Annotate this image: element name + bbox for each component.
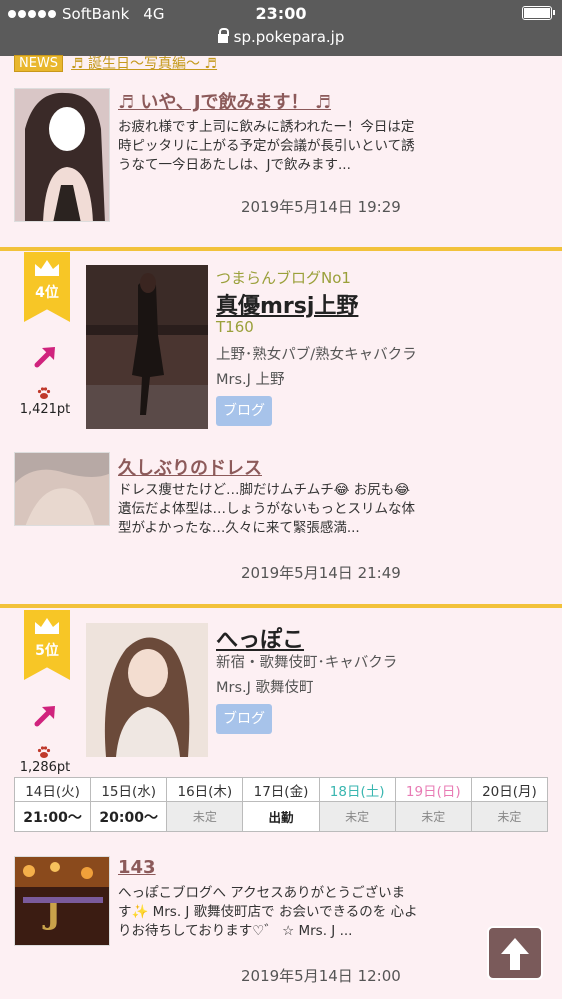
blog-button[interactable]: ブログ	[216, 704, 272, 734]
cast-name[interactable]: へっぽこ	[216, 622, 304, 654]
rank-badge: 4位	[24, 252, 70, 322]
schedule-value: 20:00〜	[90, 801, 168, 832]
cast-height: T160	[216, 318, 254, 336]
entry-excerpt: ドレス痩せたけど…脚だけムチムチ😂 お尻も😂 遺伝だよ体型は…しょうがないもっと…	[118, 482, 415, 536]
cast-tagline: つまらんブログNo1	[216, 269, 351, 287]
rank-points: 1,286pt	[19, 760, 71, 775]
url-text: sp.pokepara.jp	[233, 28, 345, 46]
schedule-day: 19日(日)	[394, 777, 472, 802]
schedule-day: 18日(土)	[318, 777, 396, 802]
schedule-day: 17日(金)	[242, 777, 320, 802]
section-divider	[0, 604, 562, 608]
crown-icon	[35, 618, 59, 634]
news-badge: NEWS	[14, 54, 64, 72]
cast-area: 上野･熟女パブ/熟女キャバクラ	[216, 347, 417, 363]
section-divider	[0, 247, 562, 251]
news-strip: NEWS ♬ 誕生日〜写真編〜 ♬	[14, 54, 217, 72]
schedule-day: 20日(月)	[470, 777, 549, 802]
cast-shop[interactable]: Mrs.J 上野	[216, 368, 285, 389]
cast-name[interactable]: 真優mrsj上野	[216, 288, 358, 320]
back-to-top-button[interactable]	[487, 926, 543, 980]
schedule-value: 出勤	[242, 801, 320, 832]
lock-icon	[217, 28, 229, 43]
rank-number: 4位	[35, 285, 59, 301]
rank-points: 1,421pt	[19, 402, 71, 417]
battery-icon	[522, 6, 555, 20]
entry-title[interactable]: ♬ いや、Jで飲みます！ ♬	[118, 88, 331, 114]
schedule-day: 14日(火)	[13, 777, 92, 802]
rank-number: 5位	[35, 643, 59, 659]
trend-up-arrow-icon	[34, 706, 55, 727]
schedule-value: 未定	[166, 801, 244, 832]
crown-icon	[35, 260, 59, 276]
address-bar[interactable]: sp.pokepara.jp	[0, 28, 562, 46]
cast-shop[interactable]: Mrs.J 歌舞伎町	[216, 676, 314, 697]
arrow-up-icon	[501, 938, 529, 970]
schedule-value: 未定	[394, 801, 472, 832]
schedule-value: 21:00〜	[13, 801, 92, 832]
shift-schedule: 14日(火) 15日(水) 16日(木) 17日(金) 18日(土) 19日(日…	[13, 777, 549, 832]
trend-up-arrow-icon	[34, 347, 55, 368]
status-bar: SoftBank 4G 23:00 sp.pokepara.jp	[0, 0, 562, 56]
paw-icon	[37, 746, 51, 758]
entry-thumbnail[interactable]	[14, 88, 110, 222]
cast-photo[interactable]	[86, 623, 208, 757]
entry-date: 2019年5月14日 21:49	[241, 564, 401, 582]
entry-thumbnail[interactable]: J	[14, 856, 110, 946]
rank-badge: 5位	[24, 610, 70, 680]
entry-excerpt: へっぽこブログへ アクセスありがとうございます✨ Mrs. J 歌舞伎町店で お…	[118, 885, 418, 939]
cast-photo[interactable]	[86, 265, 208, 429]
schedule-day: 16日(木)	[166, 777, 244, 802]
cast-area: 新宿・歌舞伎町･キャバクラ	[216, 655, 398, 671]
entry-title[interactable]: 143	[118, 857, 156, 878]
clock: 23:00	[255, 4, 307, 23]
entry-title[interactable]: 久しぶりのドレス	[118, 454, 262, 480]
entry-excerpt: お疲れ様です上司に飲みに誘われたー！今日は定時ピッタリに上がる予定が会議が長引い…	[118, 119, 415, 173]
entry-date: 2019年5月14日 19:29	[241, 198, 401, 216]
news-link[interactable]: ♬ 誕生日〜写真編〜 ♬	[71, 53, 217, 73]
schedule-day: 15日(水)	[90, 777, 168, 802]
entry-thumbnail[interactable]	[14, 452, 110, 526]
paw-icon	[37, 387, 51, 399]
entry-date: 2019年5月14日 12:00	[241, 967, 401, 985]
blog-button[interactable]: ブログ	[216, 396, 272, 426]
schedule-value: 未定	[318, 801, 396, 832]
schedule-value: 未定	[470, 801, 549, 832]
